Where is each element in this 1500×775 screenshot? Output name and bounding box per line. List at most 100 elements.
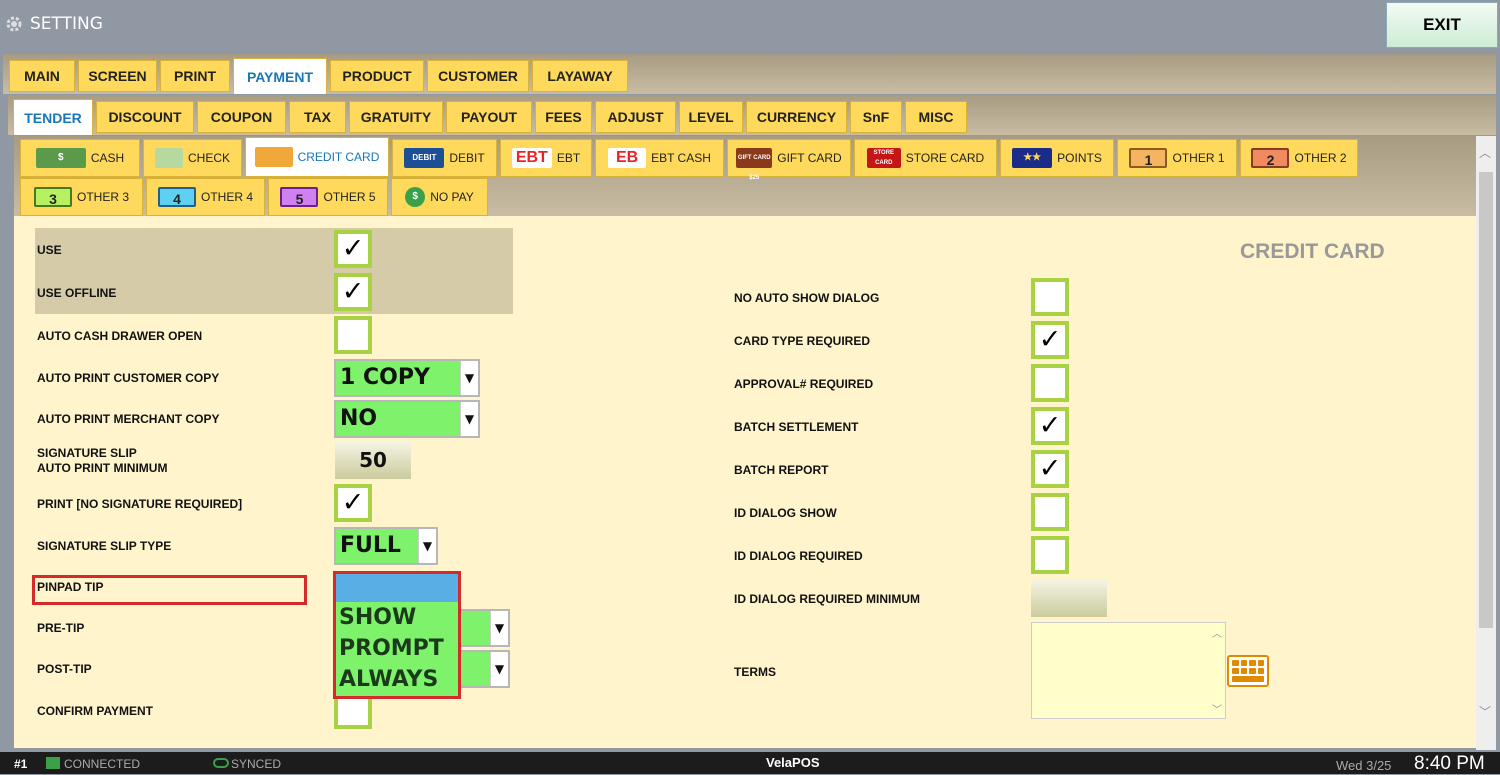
settings-scrollbar[interactable]: ︿ ﹀ (1476, 136, 1496, 750)
id-dialog-required-minimum-input[interactable] (1031, 579, 1107, 617)
tab-gift-card[interactable]: GIFT CARD $25 GIFT CARD (727, 139, 851, 181)
pinpad-tip-dropdown[interactable]: SHOW PROMPT ALWAYS (333, 571, 461, 699)
pre-tip-label: PRE-TIP (37, 621, 85, 635)
auto-print-customer-label: AUTO PRINT CUSTOMER COPY (37, 371, 220, 385)
tab-tax[interactable]: TAX (289, 101, 346, 133)
id-dialog-required-checkbox[interactable] (1031, 536, 1069, 574)
tab-adjust[interactable]: ADJUST (595, 101, 676, 133)
tab-layaway[interactable]: LAYAWAY (532, 60, 628, 92)
signature-slip-label-line2: AUTO PRINT MINIMUM (37, 461, 168, 475)
ticket-3-icon: 3 (33, 187, 72, 207)
tab-other-2[interactable]: 2 OTHER 2 (1240, 139, 1358, 177)
tab-other-4[interactable]: 4 OTHER 4 (146, 178, 265, 216)
tab-other-3[interactable]: 3 OTHER 3 (20, 178, 143, 216)
tab-no-pay[interactable]: $ NO PAY (391, 178, 488, 216)
tab-currency[interactable]: CURRENCY (746, 101, 847, 133)
tab-ebt-label: EBT (556, 151, 581, 165)
tab-gift-card-label: GIFT CARD (777, 151, 842, 165)
tab-payment[interactable]: PAYMENT (233, 58, 327, 94)
no-auto-show-checkbox[interactable] (1031, 278, 1069, 316)
tab-other-5[interactable]: 5 OTHER 5 (268, 178, 388, 216)
status-time: 8:40 PM (1414, 753, 1485, 774)
exit-button[interactable]: EXIT (1386, 2, 1498, 48)
tab-other-4-label: OTHER 4 (200, 190, 253, 204)
dropdown-option-prompt[interactable]: PROMPT (336, 633, 458, 664)
tab-fees[interactable]: FEES (535, 101, 592, 133)
cloud-icon (213, 758, 229, 768)
tab-ebt-cash[interactable]: EB EBT CASH (595, 139, 724, 177)
ebt-icon: EBT (511, 148, 552, 168)
signature-slip-minimum-input[interactable]: 50 (335, 441, 411, 479)
tab-customer[interactable]: CUSTOMER (427, 60, 529, 92)
chevron-up-icon[interactable]: ︿ (1479, 144, 1491, 161)
batch-report-checkbox[interactable]: ✓ (1031, 450, 1069, 488)
card-type-required-checkbox[interactable]: ✓ (1031, 321, 1069, 359)
tab-points-label: POINTS (1057, 151, 1102, 165)
dropdown-selected-blank[interactable] (336, 574, 458, 602)
card-type-required-label: CARD TYPE REQUIRED (734, 334, 871, 348)
chevron-up-icon[interactable]: ︿ (1209, 625, 1225, 640)
tab-coupon[interactable]: COUPON (197, 101, 286, 133)
tab-check-label: CHECK (187, 151, 230, 165)
tab-snf[interactable]: SnF (850, 101, 902, 133)
ticket-2-icon: 2 (1251, 148, 1290, 168)
tab-product[interactable]: PRODUCT (330, 60, 424, 92)
ticket-5-icon: 5 (280, 187, 319, 207)
use-offline-checkbox[interactable]: ✓ (334, 273, 372, 311)
tab-other-1[interactable]: 1 OTHER 1 (1117, 139, 1237, 177)
brand-pos: POS (792, 755, 820, 770)
gift-card-icon: GIFT CARD $25 (736, 148, 773, 181)
chevron-down-icon[interactable]: ﹀ (1209, 701, 1225, 716)
signature-slip-type-select[interactable]: FULL ▼ (334, 527, 438, 565)
tab-main[interactable]: MAIN (9, 60, 75, 92)
dropdown-option-show[interactable]: SHOW (336, 602, 458, 633)
tab-screen[interactable]: SCREEN (78, 60, 157, 92)
tab-discount[interactable]: DISCOUNT (96, 101, 194, 133)
tab-payout[interactable]: PAYOUT (446, 101, 532, 133)
tab-points[interactable]: ★★ POINTS (1000, 139, 1114, 177)
print-no-signature-checkbox[interactable]: ✓ (334, 484, 372, 522)
tab-store-card[interactable]: STORE CARD STORE CARD (854, 139, 997, 177)
checkmark-icon: ✓ (341, 233, 365, 264)
terms-textarea[interactable]: ︿ ﹀ (1031, 622, 1226, 719)
auto-print-customer-select[interactable]: 1 COPY ▼ (334, 359, 480, 397)
terms-scrollbar[interactable]: ︿ ﹀ (1209, 623, 1225, 718)
connected-status: CONNECTED (64, 757, 141, 771)
tab-credit-card[interactable]: CREDIT CARD (245, 137, 389, 177)
terms-label: TERMS (734, 665, 776, 679)
tab-cash[interactable]: $ CASH (20, 139, 140, 177)
tab-debit[interactable]: DEBIT DEBIT (392, 139, 497, 177)
chevron-down-icon: ▼ (490, 611, 508, 645)
tab-gratuity[interactable]: GRATUITY (349, 101, 443, 133)
tab-level[interactable]: LEVEL (679, 101, 743, 133)
use-checkbox[interactable]: ✓ (334, 230, 372, 268)
check-icon (154, 148, 183, 168)
chevron-down-icon[interactable]: ﹀ (1479, 703, 1491, 720)
signature-slip-label-line1: SIGNATURE SLIP (37, 446, 137, 460)
tab-ebt[interactable]: EBT EBT (500, 139, 592, 177)
credit-card-icon (254, 147, 293, 167)
tab-credit-card-label: CREDIT CARD (297, 150, 380, 164)
ticket-4-icon: 4 (157, 187, 196, 207)
checkmark-icon: ✓ (341, 276, 365, 307)
batch-settlement-checkbox[interactable]: ✓ (1031, 407, 1069, 445)
keyboard-icon[interactable] (1227, 655, 1269, 687)
chevron-down-icon: ▼ (460, 402, 478, 436)
scroll-thumb[interactable] (1479, 172, 1493, 628)
id-dialog-show-checkbox[interactable] (1031, 493, 1069, 531)
tab-misc[interactable]: MISC (905, 101, 967, 133)
approval-required-checkbox[interactable] (1031, 364, 1069, 402)
brand-logo: VelaPOS (766, 755, 820, 770)
dropdown-option-always[interactable]: ALWAYS (336, 664, 458, 695)
auto-print-merchant-select[interactable]: NO ▼ (334, 400, 480, 438)
tab-tender[interactable]: TENDER (13, 99, 93, 135)
auto-cash-drawer-checkbox[interactable] (334, 316, 372, 354)
id-dialog-show-label: ID DIALOG SHOW (734, 506, 837, 520)
tab-print[interactable]: PRINT (160, 60, 230, 92)
section-title: CREDIT CARD (1240, 240, 1385, 263)
station-number: #1 (14, 757, 28, 771)
chevron-down-icon: ▼ (418, 529, 436, 563)
points-icon: ★★ (1012, 148, 1053, 168)
tab-check[interactable]: CHECK (143, 139, 242, 177)
tab-store-card-label: STORE CARD (905, 151, 985, 165)
